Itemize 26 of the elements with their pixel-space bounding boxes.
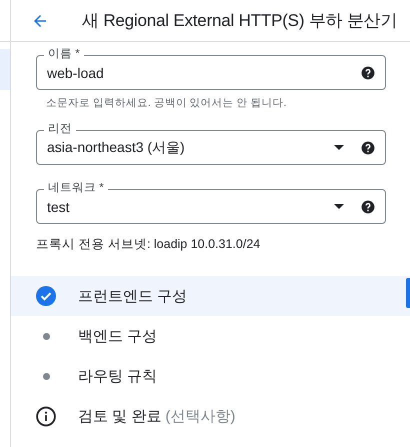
proxy-subnet-text: 프록시 전용 서브넷: loadip 10.0.31.0/24: [36, 236, 262, 253]
dot-icon: [42, 372, 50, 380]
step-item[interactable]: 검토 및 완료 (선택사항): [11, 396, 410, 436]
info-icon: [36, 406, 56, 426]
page-title: 새 Regional External HTTP(S) 부하 분산기: [82, 10, 398, 32]
check-circle-icon: [36, 286, 56, 306]
field-label: 리전: [44, 122, 76, 136]
step-item[interactable]: 라우팅 규칙: [11, 356, 410, 396]
step-item[interactable]: 프런트엔드 구성: [11, 276, 410, 316]
field-hint: 소문자로 입력하세요. 공백이 있어서는 안 됩니다.: [46, 96, 288, 110]
field-value: test: [47, 198, 71, 214]
field-label: 이름 *: [44, 47, 84, 61]
step-label: 프런트엔드 구성: [78, 286, 188, 306]
field-value: asia-northeast3 (서울): [47, 138, 186, 156]
dropdown-caret-icon: [334, 204, 344, 209]
help-icon[interactable]: [361, 200, 375, 214]
dropdown-caret-icon: [334, 145, 344, 150]
field-value: web-load: [47, 64, 105, 80]
help-icon[interactable]: [361, 66, 375, 80]
step-label: 검토 및 완료 (선택사항): [78, 406, 236, 426]
step-label: 라우팅 규칙: [78, 366, 158, 386]
help-icon[interactable]: [361, 140, 375, 154]
step-item[interactable]: 백엔드 구성: [11, 316, 410, 356]
step-label: 백엔드 구성: [78, 326, 158, 346]
dot-icon: [42, 332, 50, 340]
field-label: 네트워크 *: [44, 181, 108, 195]
